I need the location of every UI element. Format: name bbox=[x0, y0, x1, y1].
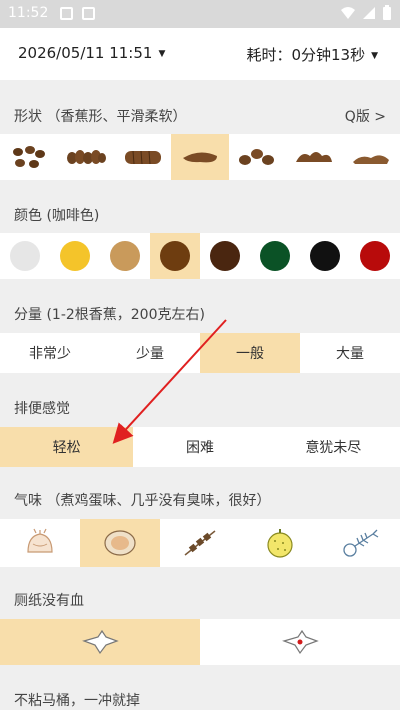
feeling-label: 排便感觉 bbox=[14, 401, 70, 417]
blood-label: 厕纸没有血 bbox=[14, 593, 84, 609]
bun-icon bbox=[27, 528, 53, 553]
shape-options bbox=[0, 134, 400, 180]
egg-icon bbox=[104, 530, 136, 556]
color-swatch bbox=[260, 241, 290, 271]
shape-option-1[interactable] bbox=[0, 134, 57, 180]
smell-option-bun[interactable] bbox=[0, 519, 80, 567]
color-label: 颜色 (咖啡色) bbox=[14, 208, 100, 224]
wifi-icon bbox=[341, 7, 355, 19]
fish-bone-icon bbox=[343, 529, 379, 557]
skewer-icon bbox=[184, 530, 216, 556]
stool-liquid-icon bbox=[353, 155, 390, 164]
image-icon bbox=[60, 7, 73, 20]
durian-icon bbox=[267, 529, 293, 558]
shape-option-4[interactable] bbox=[171, 134, 229, 180]
color-option-3[interactable] bbox=[100, 233, 150, 279]
blood-option-clean[interactable] bbox=[0, 619, 200, 665]
amount-label: 分量 (1-2根香蕉，200克左右) bbox=[14, 307, 205, 323]
smell-options bbox=[0, 519, 400, 567]
shape-option-3[interactable] bbox=[114, 134, 171, 180]
stool-lumpy-icon bbox=[66, 150, 106, 164]
feeling-option-unfinished[interactable]: 意犹未尽 bbox=[267, 427, 400, 467]
battery-icon bbox=[383, 5, 391, 20]
stool-cracked-icon bbox=[124, 150, 161, 165]
feeling-option-difficult[interactable]: 困难 bbox=[133, 427, 266, 467]
smell-option-fish-bone[interactable] bbox=[320, 519, 400, 567]
record-header: 2026/05/11 11:51 ▼ 耗时：0分钟13秒 ▼ bbox=[0, 28, 400, 80]
date-time-picker[interactable]: 2026/05/11 11:51 ▼ bbox=[18, 44, 165, 62]
duration-value: 耗时：0分钟13秒 bbox=[246, 46, 366, 64]
status-icons bbox=[340, 5, 392, 21]
color-options bbox=[0, 233, 400, 279]
feeling-options: 轻松 困难 意犹未尽 bbox=[0, 427, 400, 467]
color-option-8[interactable] bbox=[350, 233, 400, 279]
shape-option-2[interactable] bbox=[57, 134, 114, 180]
status-bar: 11:52 bbox=[0, 0, 400, 28]
color-option-1[interactable] bbox=[0, 233, 50, 279]
smell-label: 气味 （煮鸡蛋味、几乎没有臭味，很好） bbox=[14, 493, 271, 509]
stool-banana-icon bbox=[182, 152, 217, 163]
tissue-clean-icon bbox=[82, 629, 119, 655]
color-swatch bbox=[310, 241, 340, 271]
color-swatch bbox=[160, 241, 190, 271]
color-option-4[interactable] bbox=[150, 233, 200, 279]
amount-option-normal[interactable]: 一般 bbox=[200, 333, 300, 373]
color-option-6[interactable] bbox=[250, 233, 300, 279]
stick-label: 不粘马桶，一冲就掉 bbox=[14, 693, 140, 709]
color-swatch bbox=[360, 241, 390, 271]
color-option-7[interactable] bbox=[300, 233, 350, 279]
color-option-2[interactable] bbox=[50, 233, 100, 279]
date-time-value: 2026/05/11 11:51 bbox=[18, 44, 153, 62]
stool-soft-blobs-icon bbox=[239, 149, 275, 165]
stool-pellets-icon bbox=[12, 146, 45, 168]
shape-option-7[interactable] bbox=[343, 134, 400, 180]
color-swatch bbox=[210, 241, 240, 271]
feeling-option-easy[interactable]: 轻松 bbox=[0, 427, 134, 467]
smell-option-skewer[interactable] bbox=[160, 519, 240, 567]
color-swatch bbox=[110, 241, 140, 271]
shape-option-5[interactable] bbox=[229, 134, 286, 180]
color-swatch bbox=[10, 241, 40, 271]
amount-option-large[interactable]: 大量 bbox=[300, 333, 400, 373]
shape-label: 形状 （香蕉形、平滑柔软） bbox=[14, 109, 187, 125]
amount-option-very-little[interactable]: 非常少 bbox=[0, 333, 100, 373]
smell-option-durian[interactable] bbox=[240, 519, 320, 567]
status-time: 11:52 bbox=[8, 5, 49, 21]
caret-down-icon: ▼ bbox=[158, 48, 166, 59]
smell-option-egg[interactable] bbox=[80, 519, 160, 567]
color-swatch bbox=[60, 241, 90, 271]
caret-down-icon: ▼ bbox=[371, 50, 378, 61]
amount-options: 非常少 少量 一般 大量 bbox=[0, 333, 400, 373]
shape-option-6[interactable] bbox=[286, 134, 343, 180]
color-option-5[interactable] bbox=[200, 233, 250, 279]
blood-option-blood[interactable] bbox=[200, 619, 400, 665]
signal-icon bbox=[363, 7, 375, 19]
q-version-link[interactable]: Q版 > bbox=[345, 106, 386, 126]
tissue-blood-icon bbox=[282, 629, 319, 655]
duration-picker[interactable]: 耗时：0分钟13秒 ▼ bbox=[246, 44, 378, 65]
stool-mushy-icon bbox=[296, 152, 333, 162]
amount-option-little[interactable]: 少量 bbox=[100, 333, 200, 373]
blood-options bbox=[0, 619, 400, 665]
notification-icon bbox=[82, 7, 95, 20]
